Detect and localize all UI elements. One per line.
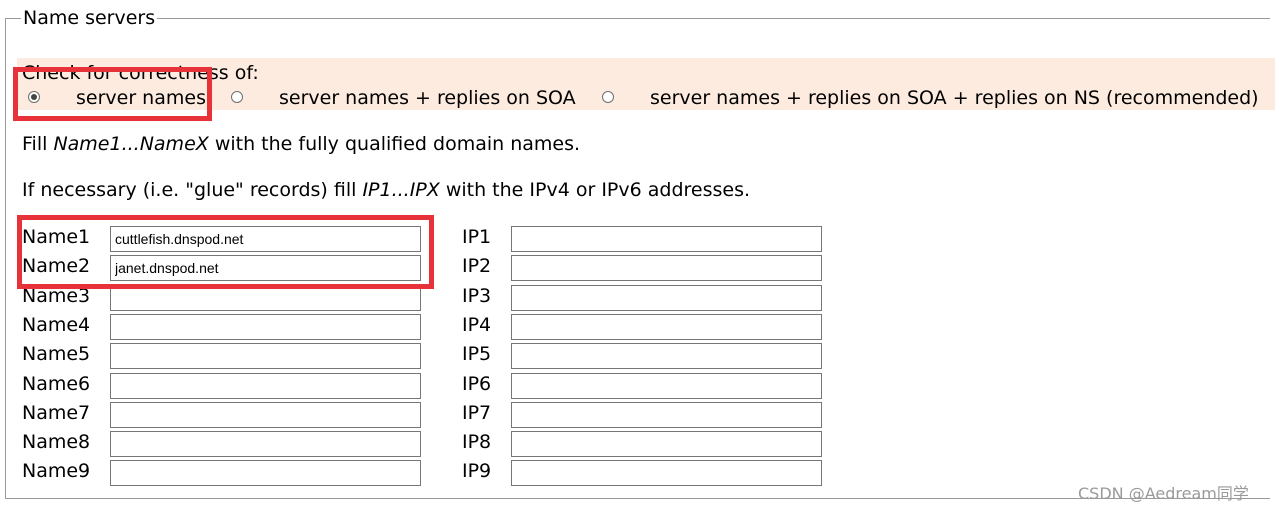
name6-label: Name6 xyxy=(22,373,91,395)
name5-label: Name5 xyxy=(22,343,91,365)
ip9-input[interactable] xyxy=(511,460,822,486)
ip3-label: IP3 xyxy=(462,285,492,307)
name2-label: Name2 xyxy=(22,255,91,277)
ip1-label: IP1 xyxy=(462,226,492,248)
fieldset-legend: Name servers xyxy=(21,6,158,30)
name8-input[interactable] xyxy=(110,431,421,457)
ip8-input[interactable] xyxy=(511,431,822,457)
ip5-label: IP5 xyxy=(462,343,492,365)
ip7-label: IP7 xyxy=(462,402,492,424)
ip7-input[interactable] xyxy=(511,402,822,428)
ip4-input[interactable] xyxy=(511,314,822,340)
ip4-label: IP4 xyxy=(462,314,492,336)
ip1-input[interactable] xyxy=(511,226,822,252)
ip6-label: IP6 xyxy=(462,373,492,395)
name8-label: Name8 xyxy=(22,431,91,453)
radio-soa[interactable] xyxy=(231,91,243,103)
glue-ip-instruction: If necessary (i.e. "glue" records) fill … xyxy=(22,179,751,201)
name9-input[interactable] xyxy=(110,460,421,486)
fill-names-instruction: Fill Name1...NameX with the fully qualif… xyxy=(22,133,581,155)
radio-server-names[interactable] xyxy=(28,91,40,103)
radio-label-server-names[interactable]: server names xyxy=(76,86,206,110)
name4-label: Name4 xyxy=(22,314,91,336)
radio-label-soa[interactable]: server names + replies on SOA xyxy=(279,86,576,110)
ip6-input[interactable] xyxy=(511,373,822,399)
ip2-label: IP2 xyxy=(462,255,492,277)
name3-label: Name3 xyxy=(22,285,91,307)
name2-input[interactable] xyxy=(110,255,421,281)
name1-label: Name1 xyxy=(22,226,91,248)
name9-label: Name9 xyxy=(22,460,91,482)
name1-input[interactable] xyxy=(110,226,421,252)
name3-input[interactable] xyxy=(110,285,421,311)
check-label: Check for correctness of: xyxy=(22,62,259,84)
ip9-label: IP9 xyxy=(462,460,492,482)
name5-input[interactable] xyxy=(110,343,421,369)
name4-input[interactable] xyxy=(110,314,421,340)
name7-label: Name7 xyxy=(22,402,91,424)
check-radio-group: server names server names + replies on S… xyxy=(0,86,1275,112)
ip5-input[interactable] xyxy=(511,343,822,369)
ip2-input[interactable] xyxy=(511,255,822,281)
ip3-input[interactable] xyxy=(511,285,822,311)
radio-ns-recommended[interactable] xyxy=(602,91,614,103)
csdn-watermark: CSDN @Aedream同学 xyxy=(1078,484,1249,503)
radio-label-ns-recommended[interactable]: server names + replies on SOA + replies … xyxy=(650,86,1259,110)
ip8-label: IP8 xyxy=(462,431,492,453)
name6-input[interactable] xyxy=(110,373,421,399)
name7-input[interactable] xyxy=(110,402,421,428)
